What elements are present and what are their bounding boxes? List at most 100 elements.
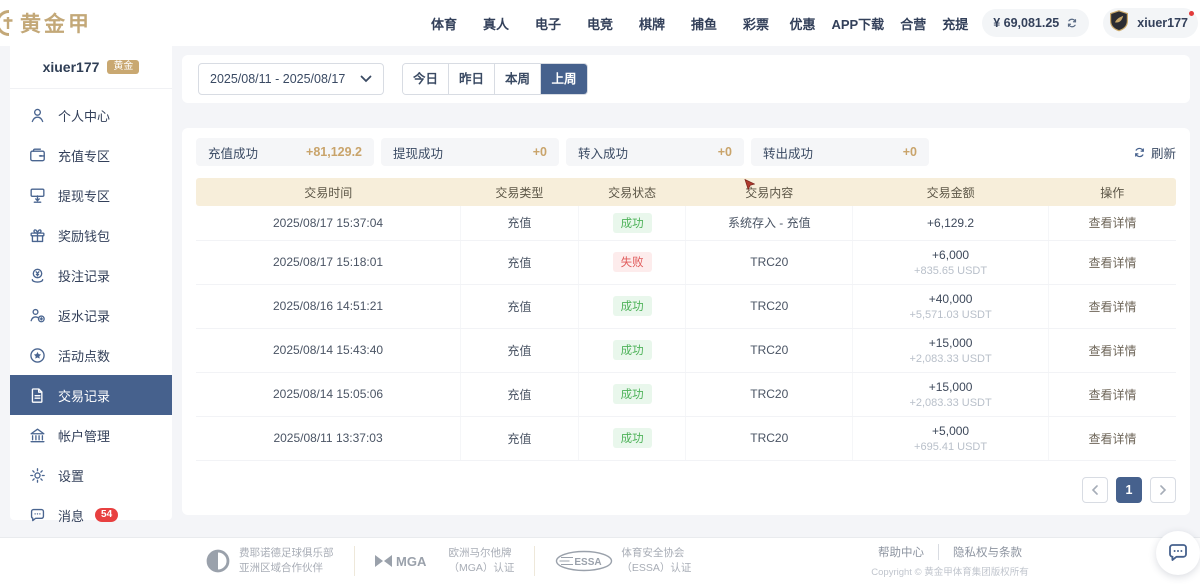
cell-type: 充值 (461, 240, 579, 284)
sidebar-item-rebate-records[interactable]: 返水记录 (10, 295, 172, 335)
records-panel: 充值成功 +81,129.2 提现成功 +0 转入成功 +0 转出成功 +0 刷… (182, 128, 1190, 515)
footer-link[interactable]: 帮助中心 (878, 544, 924, 560)
pagination: 1 (1082, 477, 1176, 503)
user-menu[interactable]: xiuer177 (1103, 8, 1198, 38)
current-page-button[interactable]: 1 (1116, 477, 1142, 503)
cell-time: 2025/08/16 14:51:21 (196, 284, 461, 328)
cell-content: TRC20 (686, 416, 853, 460)
withdraw-icon (28, 186, 47, 205)
summary-stats: 充值成功 +81,129.2 提现成功 +0 转入成功 +0 转出成功 +0 (196, 138, 929, 166)
status-badge: 成功 (613, 213, 652, 233)
nav-item[interactable]: 体育 (431, 14, 457, 33)
certification-item: 费耶诺德足球俱乐部亚洲区域合作伙伴 (205, 546, 334, 575)
stat-label: 转入成功 (578, 143, 628, 162)
cell-amount: +5,000+695.41 USDT (853, 416, 1049, 460)
amount-main: +40,000 (853, 292, 1048, 306)
sidebar-item-activity-points[interactable]: 活动点数 (10, 335, 172, 375)
view-details-link[interactable]: 查看详情 (1089, 388, 1137, 402)
sidebar-item-label: 投注记录 (58, 266, 110, 285)
nav-item[interactable]: 电子 (535, 14, 561, 33)
amount-main: +15,000 (853, 380, 1048, 394)
view-details-link[interactable]: 查看详情 (1089, 216, 1137, 230)
view-details-link[interactable]: 查看详情 (1089, 256, 1137, 270)
cell-amount: +40,000+5,571.03 USDT (853, 284, 1049, 328)
cell-type: 充值 (461, 284, 579, 328)
nav-item[interactable]: 电竞 (587, 14, 613, 33)
chat-support-button[interactable] (1156, 531, 1200, 575)
cell-type: 充值 (461, 328, 579, 372)
cell-content: TRC20 (686, 284, 853, 328)
avatar (1107, 9, 1131, 38)
sidebar-item-messages[interactable]: 消息 54 (10, 495, 172, 535)
sidebar-item-account[interactable]: 帐户管理 (10, 415, 172, 455)
sidebar-item-deposit[interactable]: 充值专区 (10, 135, 172, 175)
notification-dot (1189, 11, 1194, 16)
nav-item[interactable]: 彩票 (743, 14, 769, 33)
tab[interactable]: 今日 (403, 64, 449, 94)
cell-time: 2025/08/11 13:37:03 (196, 416, 461, 460)
cell-amount: +15,000+2,083.33 USDT (853, 328, 1049, 372)
mga-logo: MGA (375, 552, 441, 570)
sidebar-item-label: 奖励钱包 (58, 226, 110, 245)
vip-level-badge: 黄金 (107, 60, 139, 74)
cell-action: 查看详情 (1049, 240, 1176, 284)
header-quick-links: 优惠 APP下载合营充提 (789, 14, 968, 33)
cell-status: 成功 (578, 284, 686, 328)
prev-page-button[interactable] (1082, 477, 1108, 503)
refresh-button[interactable]: 刷新 (1133, 143, 1176, 162)
tab[interactable]: 昨日 (449, 64, 495, 94)
tab[interactable]: 本周 (495, 64, 541, 94)
cell-action: 查看详情 (1049, 284, 1176, 328)
date-tabs: 今日昨日本周上周 (402, 63, 588, 95)
brand-logo[interactable]: 黄金甲 (0, 8, 92, 38)
header-link[interactable]: 优惠 (789, 14, 815, 33)
footer-link[interactable]: 隐私权与条款 (938, 544, 1022, 560)
sidebar-item-withdraw[interactable]: 提现专区 (10, 175, 172, 215)
amount-main: +6,129.2 (853, 216, 1048, 230)
cell-amount: +15,000+2,083.33 USDT (853, 372, 1049, 416)
sidebar-item-label: 交易记录 (58, 386, 110, 405)
sidebar-item-label: 提现专区 (58, 186, 110, 205)
balance-pill[interactable]: ¥ 69,081.25 (982, 9, 1089, 37)
view-details-link[interactable]: 查看详情 (1089, 344, 1137, 358)
balance-refresh-icon[interactable] (1066, 17, 1078, 29)
sidebar-item-bet-records[interactable]: 投注记录 (10, 255, 172, 295)
cell-content: TRC20 (686, 372, 853, 416)
view-details-link[interactable]: 查看详情 (1089, 432, 1137, 446)
header-link[interactable]: 合营 (900, 14, 926, 33)
gear-icon (28, 466, 47, 485)
header-link[interactable]: APP下载 (831, 14, 884, 33)
deposit-icon (28, 146, 47, 165)
cell-type: 充值 (461, 416, 579, 460)
cell-action: 查看详情 (1049, 416, 1176, 460)
cell-amount: +6,000+835.65 USDT (853, 240, 1049, 284)
sidebar-item-label: 个人中心 (58, 106, 110, 125)
sidebar-item-reward-wallet[interactable]: 奖励钱包 (10, 215, 172, 255)
cell-content: 系统存入 - 充值 (686, 206, 853, 240)
nav-item[interactable]: 真人 (483, 14, 509, 33)
sidebar-item-transactions[interactable]: 交易记录 (10, 375, 172, 415)
chevron-down-icon (360, 75, 372, 83)
amount-main: +15,000 (853, 336, 1048, 350)
sidebar-item-label: 活动点数 (58, 346, 110, 365)
sidebar-item-settings[interactable]: 设置 (10, 455, 172, 495)
view-details-link[interactable]: 查看详情 (1089, 300, 1137, 314)
nav-item[interactable]: 棋牌 (639, 14, 665, 33)
date-range-select[interactable]: 2025/08/11 - 2025/08/17 (198, 63, 384, 95)
header-link[interactable]: 充提 (942, 14, 968, 33)
nav-item[interactable]: 捕鱼 (691, 14, 717, 33)
cell-status: 成功 (578, 372, 686, 416)
column-header: 交易类型 (461, 178, 579, 206)
chat-bubble-icon (1166, 541, 1190, 565)
status-badge: 成功 (613, 340, 652, 360)
tab[interactable]: 上周 (541, 64, 587, 94)
stat-value: +81,129.2 (306, 145, 362, 159)
rebate-icon (28, 306, 47, 325)
summary-stat: 提现成功 +0 (381, 138, 559, 166)
column-header: 交易金额 (853, 178, 1049, 206)
sidebar-item-profile[interactable]: 个人中心 (10, 95, 172, 135)
table-row: 2025/08/14 15:43:40 充值 成功 TRC20 +15,000+… (196, 328, 1176, 372)
amount-main: +6,000 (853, 248, 1048, 262)
next-page-button[interactable] (1150, 477, 1176, 503)
transactions-table: 交易时间交易类型交易状态交易内容交易金额操作 2025/08/17 15:37:… (196, 178, 1176, 461)
